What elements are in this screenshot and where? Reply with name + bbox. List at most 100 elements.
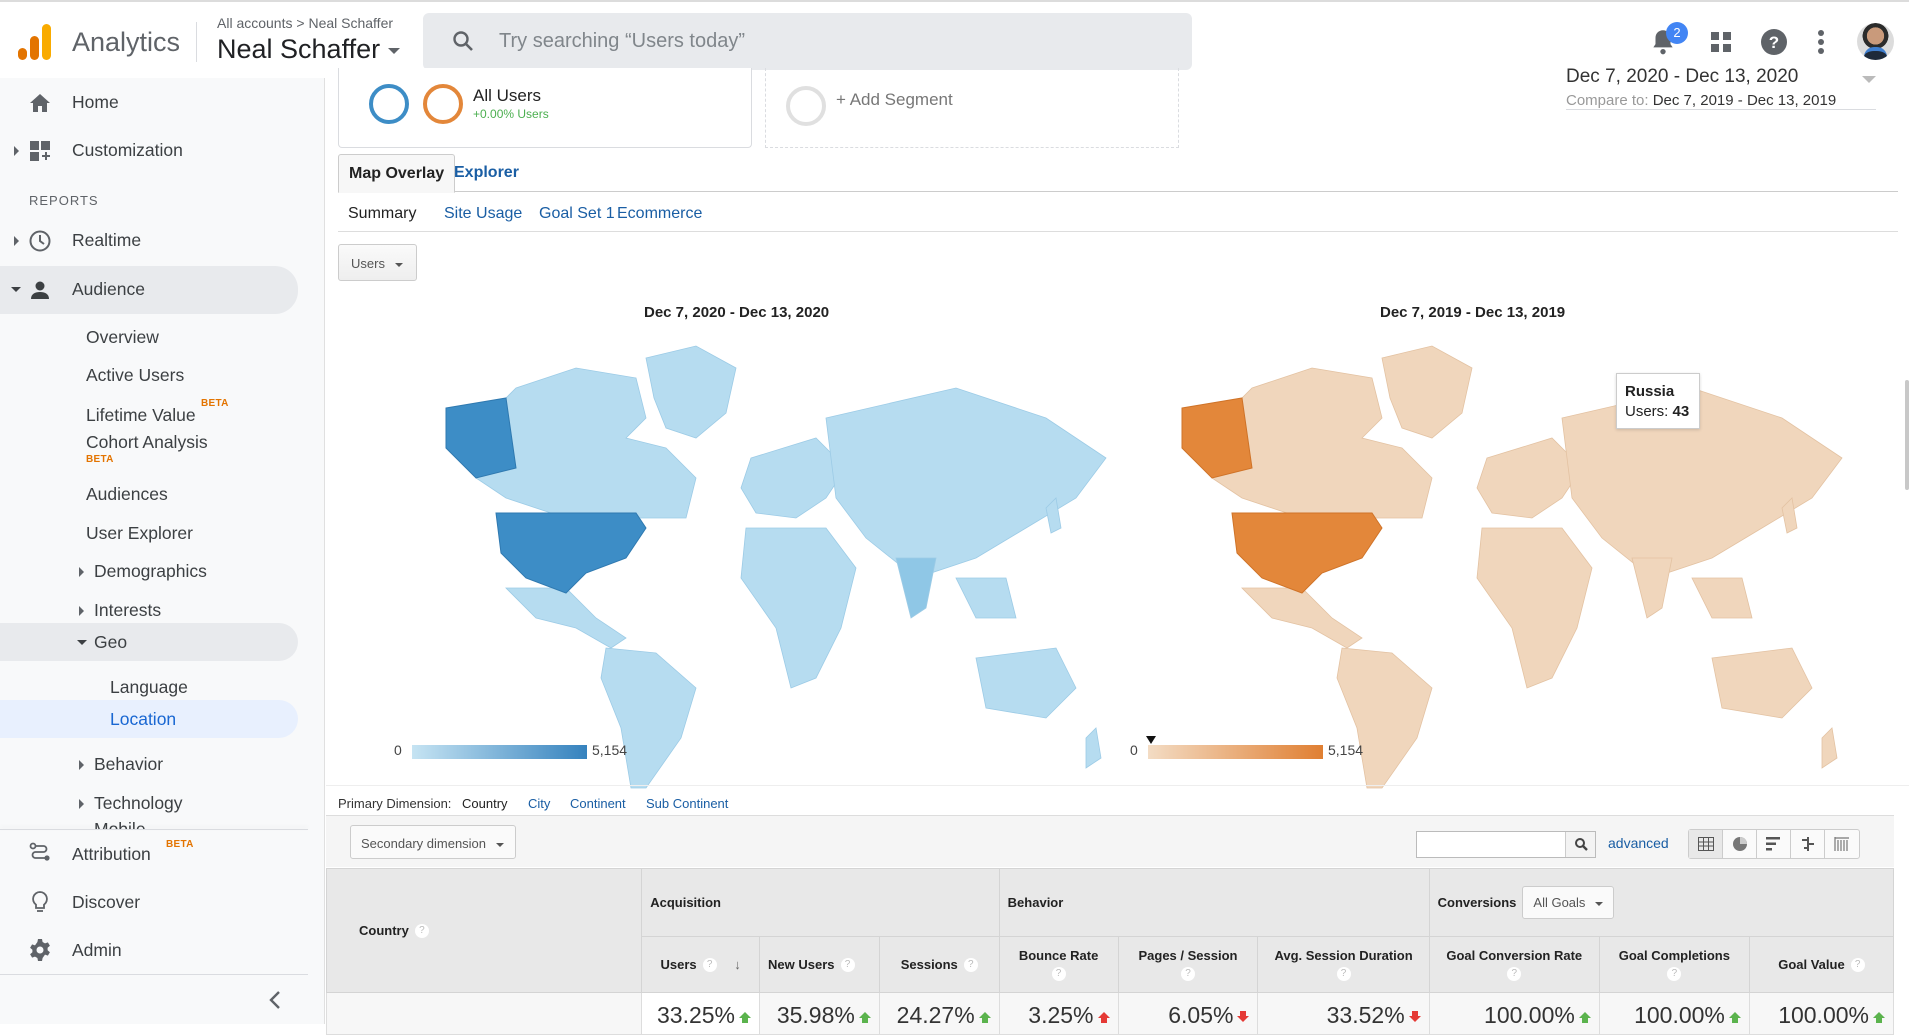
dashboard-icon [30, 141, 50, 161]
breadcrumb-account[interactable]: Neal Schaffer [308, 15, 393, 31]
tab-explorer[interactable]: Explorer [444, 154, 529, 192]
country-new-zealand [1821, 727, 1838, 769]
metric-selector[interactable]: Users [338, 244, 417, 281]
sidebar-item-audience[interactable]: Audience [0, 266, 298, 314]
map-tooltip: Russia Users: 43 [1616, 373, 1700, 429]
column-header-goal-value[interactable]: Goal Value? [1748, 936, 1895, 993]
table-filter-search-button[interactable] [1565, 832, 1595, 857]
pivot-view-icon[interactable] [1825, 830, 1859, 858]
group-header-behavior: Behavior [998, 868, 1430, 937]
attribution-icon [29, 842, 50, 861]
column-header-users[interactable]: Users? ↓ [641, 936, 761, 993]
column-header-goal-conversion-rate[interactable]: Goal Conversion Rate? [1428, 936, 1600, 993]
help-icon[interactable]: ? [963, 958, 978, 973]
breadcrumb-all-accounts[interactable]: All accounts [217, 15, 292, 31]
sidebar-item-geo[interactable]: Geo [0, 623, 298, 661]
column-header-country[interactable]: Country? [325, 868, 643, 993]
gear-icon [30, 939, 50, 961]
help-icon[interactable]: ? [1507, 967, 1522, 981]
column-header-new-users[interactable]: New Users? [759, 936, 880, 993]
dimension-city[interactable]: City [528, 796, 550, 811]
world-map-previous[interactable] [1132, 328, 1852, 798]
analytics-logo-icon[interactable] [18, 24, 52, 60]
column-header-avg-session-duration[interactable]: Avg. Session Duration? [1257, 936, 1430, 993]
chevron-down-icon [496, 842, 505, 847]
sidebar-item-home[interactable]: Home [0, 80, 298, 126]
date-range-picker[interactable]: Dec 7, 2020 - Dec 13, 2020 Compare to: D… [1566, 66, 1876, 110]
segment-all-users[interactable]: All Users +0.00% Users [338, 68, 752, 148]
subtab-site-usage[interactable]: Site Usage [444, 205, 522, 223]
trend-up-icon [1578, 1011, 1591, 1023]
country-greenland [645, 345, 737, 439]
subtab-goal-set-1[interactable]: Goal Set 1 [539, 205, 615, 223]
column-header-sessions[interactable]: Sessions? [878, 936, 1000, 993]
help-icon[interactable]: ? [702, 958, 717, 973]
sidebar-item-label: User Explorer [86, 523, 193, 543]
add-segment-button[interactable]: + Add Segment [765, 68, 1179, 148]
expand-arrow-icon [79, 606, 84, 616]
secondary-dimension-dropdown[interactable]: Secondary dimension [350, 825, 516, 859]
performance-view-icon[interactable] [1757, 830, 1791, 858]
trend-down-icon [1237, 1010, 1250, 1022]
tooltip-value: 43 [1672, 403, 1690, 420]
subtab-summary[interactable]: Summary [348, 205, 416, 223]
country-alaska [445, 397, 517, 479]
help-icon[interactable]: ? [1051, 967, 1066, 981]
column-header-label: Avg. Session Duration [1274, 948, 1413, 963]
compare-label: Compare to: [1566, 92, 1649, 109]
advanced-filter-link[interactable]: advanced [1608, 835, 1669, 851]
table-filter-input[interactable] [1417, 832, 1563, 856]
search-box[interactable] [423, 13, 1192, 70]
pie-view-icon[interactable] [1723, 830, 1757, 858]
sidebar-item-customization[interactable]: Customization [0, 128, 298, 174]
secondary-dimension-label: Secondary dimension [361, 836, 487, 851]
sidebar-item-location[interactable]: Location [0, 700, 298, 738]
subtab-ecommerce[interactable]: Ecommerce [617, 205, 702, 223]
comparison-view-icon[interactable] [1791, 830, 1825, 858]
legend-max-previous: 5,154 [1328, 742, 1364, 758]
sidebar-item-cohort-analysis[interactable]: Cohort Analysis BETA [0, 426, 298, 472]
column-header-goal-completions[interactable]: Goal Completions? [1598, 936, 1750, 993]
summary-value: 100.00% [1634, 1002, 1725, 1028]
help-icon[interactable]: ? [1760, 28, 1788, 56]
search-input[interactable] [499, 23, 1159, 59]
sidebar-item-label: Technology [94, 793, 183, 813]
sidebar-item-label: Cohort Analysis [86, 432, 208, 452]
country-india [1631, 557, 1673, 619]
help-icon[interactable]: ? [1850, 958, 1865, 973]
dimension-sub-continent[interactable]: Sub Continent [646, 796, 728, 811]
page-scrollbar[interactable] [1905, 380, 1909, 490]
sidebar-item-label: Lifetime Value [86, 405, 196, 425]
help-icon[interactable]: ? [414, 924, 429, 939]
tab-map-overlay[interactable]: Map Overlay [338, 154, 456, 193]
help-icon[interactable]: ? [1180, 967, 1195, 981]
apps-grid-icon[interactable] [1710, 31, 1732, 53]
trend-up-icon [1873, 1011, 1885, 1023]
column-header-pages-per-session[interactable]: Pages / Session? [1117, 936, 1259, 993]
chevron-down-icon [394, 262, 403, 267]
add-segment-ring-icon [786, 86, 826, 126]
goals-dropdown[interactable]: All Goals [1522, 886, 1615, 919]
world-map-current[interactable] [396, 328, 1116, 798]
column-header-bounce-rate[interactable]: Bounce Rate? [998, 936, 1119, 993]
sidebar-item-label: Interests [94, 600, 162, 620]
help-icon[interactable]: ? [840, 958, 855, 973]
sidebar-item-admin[interactable]: Admin [0, 926, 298, 972]
account-selector[interactable]: Neal Schaffer [217, 34, 401, 65]
help-icon[interactable]: ? [1336, 967, 1351, 981]
sidebar-item-label: Language [110, 677, 188, 697]
collapse-sidebar-icon[interactable] [268, 990, 282, 1010]
avatar[interactable] [1857, 23, 1894, 60]
summary-cell-avg-session-duration: 33.52% [1257, 992, 1430, 1035]
beta-badge: BETA [86, 454, 114, 465]
collapse-arrow-icon [11, 287, 21, 292]
sort-desc-icon: ↓ [734, 956, 741, 972]
dimension-continent[interactable]: Continent [570, 796, 626, 811]
more-vert-icon[interactable] [1816, 29, 1826, 55]
sidebar-item-discover[interactable]: Discover [0, 878, 298, 924]
sidebar-item-realtime[interactable]: Realtime [0, 218, 298, 264]
dimension-country[interactable]: Country [462, 796, 508, 811]
sidebar-item-attribution[interactable]: Attribution BETA [0, 829, 298, 875]
help-icon[interactable]: ? [1667, 967, 1682, 981]
table-view-icon[interactable] [1689, 830, 1723, 858]
